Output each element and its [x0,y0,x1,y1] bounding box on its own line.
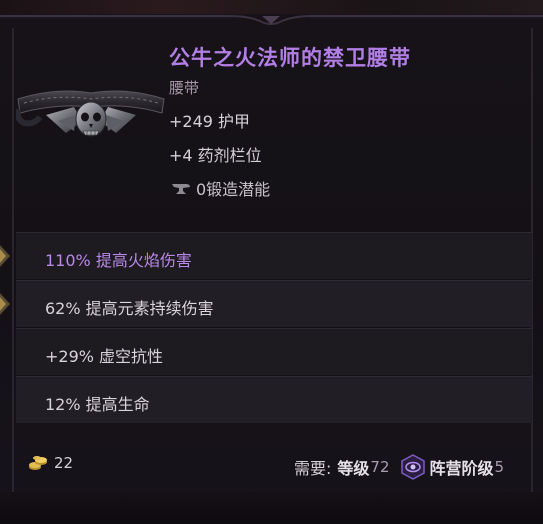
item-tooltip: 公牛之火法师的禁卫腰带 腰带 +249 护甲 +4 药剂栏位 0锻造潜能 110… [0,0,543,524]
affix-text: 62% 提高元素持续伤害 [45,299,214,318]
faction-eye-icon [400,454,426,480]
anvil-icon [171,181,191,195]
gold-value: 22 [28,454,73,472]
forging-potential-text: 0锻造潜能 [196,180,271,199]
affix-text: 12% 提高生命 [45,395,150,414]
affix-list: 110% 提高火焰伤害 62% 提高元素持续伤害 +29% 虚空抗性 12% 提… [16,232,532,428]
affix-row: 62% 提高元素持续伤害 [16,280,532,327]
faction-rank-value: 5 [494,458,505,476]
affix-row: 110% 提高火焰伤害 [16,232,532,279]
affix-text: 110% 提高火焰伤害 [45,251,192,270]
affix-text: +29% 虚空抗性 [45,347,164,366]
implicit-potion-slots: +4 药剂栏位 [169,146,262,165]
item-type: 腰带 [169,79,200,97]
belt-item-icon [14,85,166,147]
top-border-ornament [0,8,543,28]
faction-rank-label: 阵营阶级 [429,459,494,478]
affix-row: +29% 虚空抗性 [16,328,532,375]
item-footer: 22 需要: 等级 72 阵营阶级 5 [0,440,543,490]
level-label: 等级 [337,459,370,478]
requirements: 需要: 等级 72 阵营阶级 5 [294,454,504,480]
gold-amount: 22 [54,454,74,472]
requirement-label: 需要: [294,459,332,478]
forging-potential: 0锻造潜能 [171,176,270,200]
affix-row: 12% 提高生命 [16,376,532,423]
affix-tier-marker [0,291,14,317]
item-name: 公牛之火法师的禁卫腰带 [169,46,411,70]
bottom-border [0,492,543,524]
affix-tier-marker [0,243,14,269]
implicit-armor: +249 护甲 [169,112,251,131]
gold-coins-icon [28,454,48,472]
level-value: 72 [370,458,390,476]
